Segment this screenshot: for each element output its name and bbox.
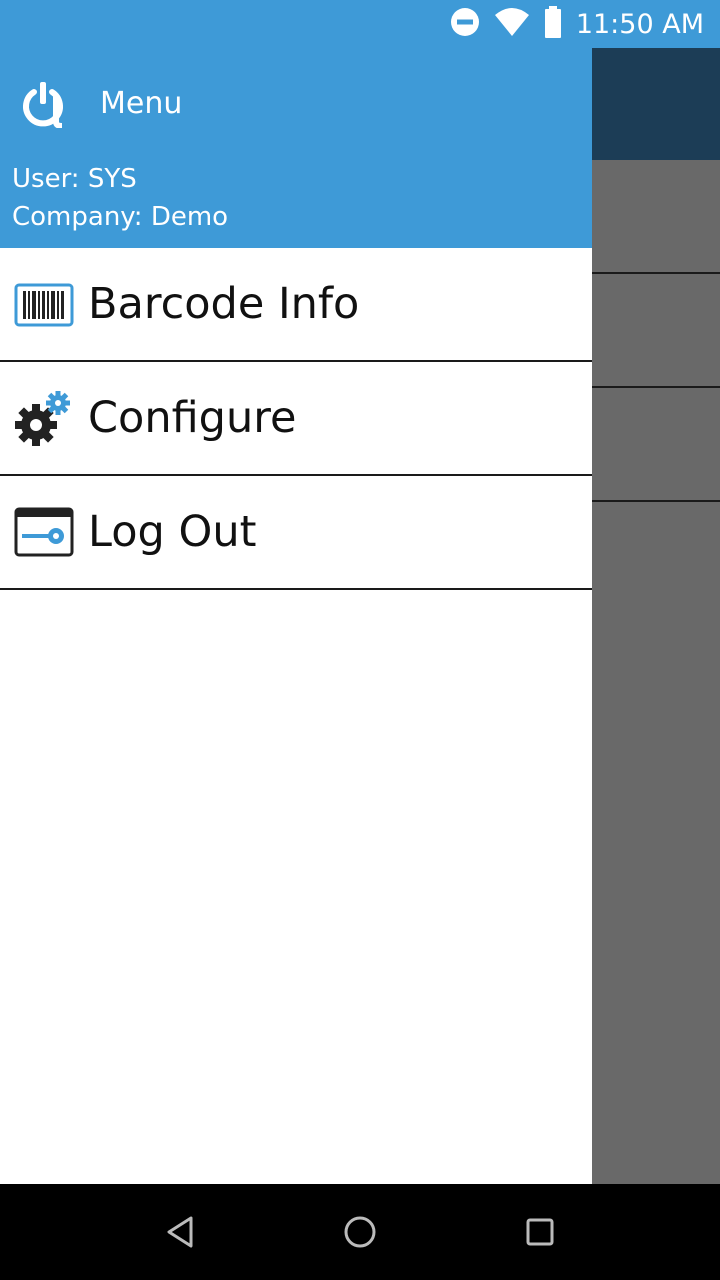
menu-item-barcode-info[interactable]: Barcode Info: [0, 248, 592, 362]
home-icon[interactable]: [330, 1202, 390, 1262]
barcode-icon: [14, 275, 74, 335]
gears-icon: [14, 389, 74, 449]
menu-item-label: Configure: [88, 393, 297, 443]
recents-icon[interactable]: [510, 1202, 570, 1262]
key-card-icon: [14, 503, 74, 563]
drawer-header: Menu User: SYS Company: Demo: [0, 48, 592, 248]
menu-item-label: Log Out: [88, 507, 257, 557]
status-icons: 11:50 AM: [450, 0, 704, 48]
company-label: Company: Demo: [12, 202, 229, 232]
drawer-title: Menu: [100, 86, 183, 121]
menu-item-label: Barcode Info: [88, 279, 360, 329]
status-bar: 11:50 AM: [0, 0, 720, 48]
back-icon[interactable]: [150, 1202, 210, 1262]
battery-icon: [544, 5, 562, 43]
do-not-disturb-icon: [450, 7, 480, 42]
menu-item-configure[interactable]: Configure: [0, 362, 592, 476]
system-nav-bar: [0, 1184, 720, 1280]
power-logo-icon: [20, 80, 68, 129]
wifi-icon: [494, 7, 530, 42]
user-label: User: SYS: [12, 164, 137, 194]
menu-item-log-out[interactable]: Log Out: [0, 476, 592, 590]
status-time: 11:50 AM: [575, 8, 704, 40]
drawer-menu: Barcode Info Configure Log Out: [0, 248, 592, 590]
navigation-drawer: Menu User: SYS Company: Demo Barcode Inf…: [0, 48, 592, 1184]
